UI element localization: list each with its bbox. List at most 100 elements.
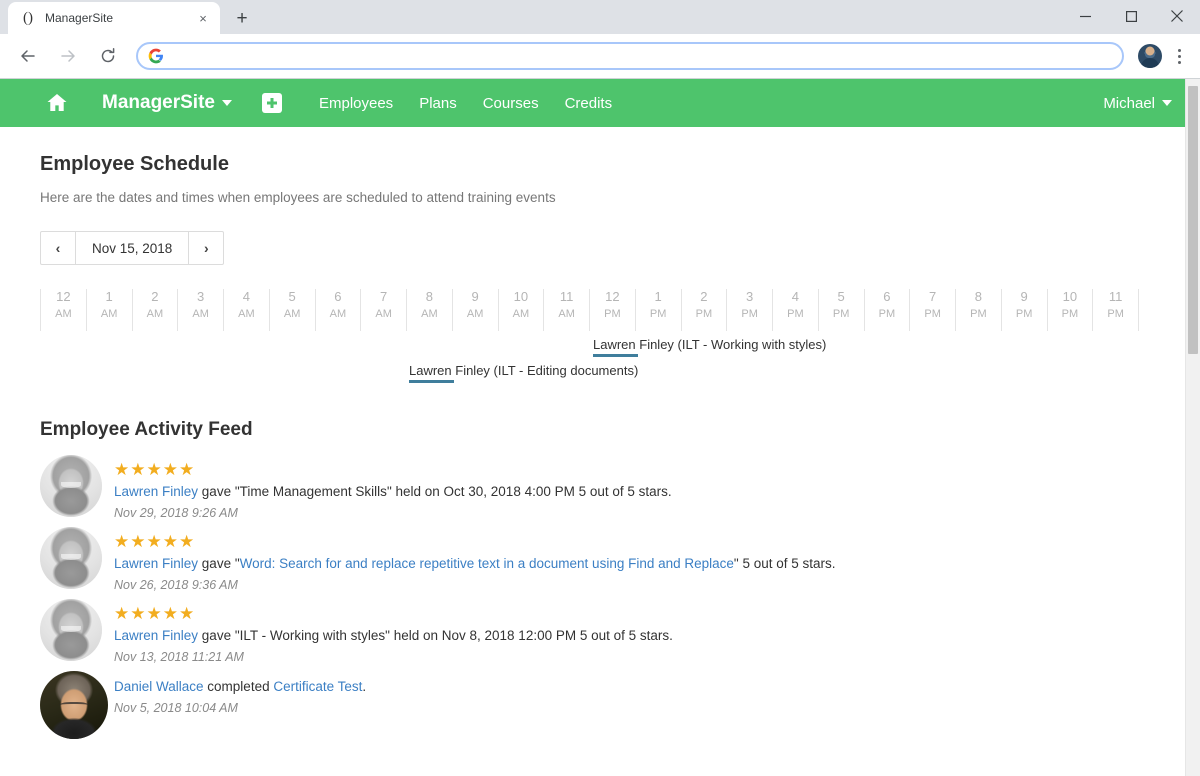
- plus-square-icon[interactable]: [261, 93, 282, 113]
- home-icon[interactable]: [44, 90, 70, 116]
- back-arrow-icon[interactable]: [13, 41, 43, 71]
- feed-object-link[interactable]: Word: Search for and replace repetitive …: [240, 556, 734, 571]
- minimize-icon[interactable]: [1062, 0, 1108, 32]
- prev-day-button[interactable]: ‹: [41, 232, 76, 264]
- brand-menu[interactable]: ManagerSite: [102, 92, 232, 114]
- chevron-down-icon: [1162, 100, 1172, 106]
- hour-column: 5 AM: [268, 289, 315, 331]
- feed-actor-link[interactable]: Lawren Finley: [114, 484, 198, 499]
- woman-photo: [40, 455, 102, 517]
- hour-column: 4 AM: [223, 289, 269, 331]
- hour-meridiem: AM: [238, 308, 255, 320]
- hour-number: 3: [197, 289, 205, 304]
- schedule-event-label: Lawren Finley (ILT - Editing documents): [409, 363, 639, 378]
- woman-photo: [40, 527, 102, 589]
- hour-number: 12: [605, 289, 620, 304]
- schedule-event-bar: [593, 354, 638, 357]
- feed-item-body: Daniel Wallace completed Certificate Tes…: [114, 671, 366, 739]
- hour-meridiem: PM: [1107, 308, 1124, 320]
- tab-strip: () ManagerSite × +: [0, 0, 1200, 34]
- feed-item-body: ★★★★★ Lawren Finley gave "Word: Search fo…: [114, 527, 836, 593]
- hour-meridiem: AM: [146, 308, 164, 320]
- nav-link-courses[interactable]: Courses: [470, 95, 552, 112]
- feed-item: Daniel Wallace completed Certificate Tes…: [40, 671, 1200, 739]
- man-photo: [40, 671, 108, 739]
- schedule-event[interactable]: Lawren Finley (ILT - Working with styles…: [593, 337, 826, 357]
- feed-title: Employee Activity Feed: [40, 419, 253, 440]
- scrollbar-thumb[interactable]: [1188, 86, 1198, 354]
- feed-actor-link[interactable]: Lawren Finley: [114, 628, 198, 643]
- schedule-event[interactable]: Lawren Finley (ILT - Editing documents): [409, 363, 638, 383]
- feed-item-timestamp: Nov 13, 2018 11:21 AM: [114, 650, 244, 664]
- hour-number: 10: [513, 289, 529, 304]
- hour-meridiem: PM: [1061, 308, 1079, 320]
- hour-meridiem: PM: [1015, 308, 1033, 320]
- hour-number: 9: [471, 289, 479, 304]
- hour-meridiem: PM: [604, 308, 621, 320]
- feed-actor-link[interactable]: Lawren Finley: [114, 556, 198, 571]
- reload-icon[interactable]: [93, 41, 123, 71]
- nav-link-employees[interactable]: Employees: [306, 95, 406, 112]
- hour-column: 6 AM: [314, 289, 361, 331]
- browser-toolbar: [0, 34, 1200, 78]
- hour-number: 4: [242, 289, 250, 304]
- avatar: [40, 671, 108, 739]
- nav-link-credits[interactable]: Credits: [552, 95, 626, 112]
- close-icon[interactable]: ×: [194, 9, 212, 27]
- browser-tab[interactable]: () ManagerSite ×: [8, 2, 220, 34]
- page-viewport: ManagerSite Employees Plans Courses Cred…: [0, 78, 1200, 776]
- schedule-event-bar: [409, 380, 454, 383]
- hour-number: 8: [974, 289, 982, 304]
- feed-item-text: Lawren Finley gave "Word: Search for and…: [114, 556, 836, 571]
- hour-column: 8 PM: [955, 289, 1001, 331]
- hour-column: 4 PM: [772, 289, 818, 331]
- avatar: [40, 599, 102, 661]
- close-window-icon[interactable]: [1154, 0, 1200, 32]
- kebab-menu-icon[interactable]: [1168, 42, 1190, 70]
- nav-link-plans[interactable]: Plans: [406, 95, 470, 112]
- address-bar[interactable]: [136, 42, 1124, 70]
- new-tab-button[interactable]: +: [228, 4, 256, 32]
- hour-meridiem: AM: [466, 308, 484, 320]
- date-navigator: ‹ Nov 15, 2018 ›: [40, 231, 225, 265]
- hour-meridiem: AM: [100, 308, 118, 320]
- page-scrollbar[interactable]: [1185, 79, 1200, 776]
- hour-column: 3 AM: [177, 289, 223, 331]
- hour-column: 10 PM: [1046, 289, 1093, 331]
- activity-feed: ★★★★★ Lawren Finley gave "Time Management…: [40, 455, 1200, 739]
- address-input[interactable]: [172, 48, 1112, 64]
- star-rating: ★★★★★: [114, 460, 196, 479]
- hour-number: 7: [380, 289, 388, 304]
- hour-column: 3 PM: [726, 289, 772, 331]
- hour-number: 3: [746, 289, 754, 304]
- hour-number: 7: [929, 289, 937, 304]
- hour-meridiem: PM: [924, 308, 941, 320]
- hour-number: 11: [559, 289, 574, 304]
- hour-column: 11 PM: [1092, 289, 1139, 331]
- hour-meridiem: AM: [329, 308, 347, 320]
- hour-column: 1 AM: [85, 289, 132, 331]
- hour-column: 7 PM: [909, 289, 955, 331]
- feed-item-text: Lawren Finley gave "ILT - Working with s…: [114, 628, 673, 643]
- hour-meridiem: AM: [558, 308, 575, 320]
- hour-column: 8 AM: [406, 289, 452, 331]
- brand-label: ManagerSite: [102, 92, 215, 113]
- profile-avatar[interactable]: [1138, 44, 1162, 68]
- hour-column: 1 PM: [634, 289, 681, 331]
- schedule-event-label: Lawren Finley (ILT - Working with styles…: [593, 337, 827, 352]
- hour-meridiem: PM: [787, 308, 804, 320]
- hour-number: 1: [105, 289, 113, 304]
- maximize-icon[interactable]: [1108, 0, 1154, 32]
- hour-meridiem: PM: [741, 308, 758, 320]
- google-g-icon: [148, 48, 164, 64]
- next-day-button[interactable]: ›: [188, 232, 223, 264]
- feed-object-text: ILT - Working with styles: [239, 628, 386, 643]
- chevron-down-icon: [221, 100, 232, 106]
- user-menu[interactable]: Michael: [1103, 95, 1172, 112]
- feed-actor-link[interactable]: Daniel Wallace: [114, 679, 204, 694]
- hour-number: 11: [1108, 289, 1123, 304]
- forward-arrow-icon[interactable]: [53, 41, 83, 71]
- page-subtitle: Here are the dates and times when employ…: [40, 190, 556, 205]
- feed-item-timestamp: Nov 5, 2018 10:04 AM: [114, 701, 238, 715]
- feed-object-link[interactable]: Certificate Test: [273, 679, 362, 694]
